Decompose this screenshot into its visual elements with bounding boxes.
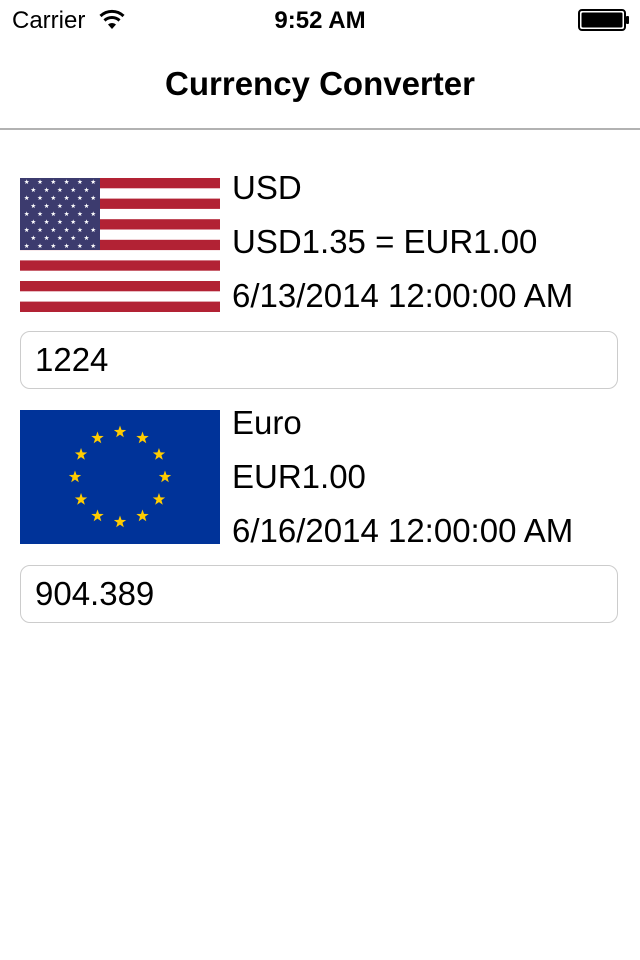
status-bar: Carrier 9:52 AM <box>0 0 640 40</box>
status-time: 9:52 AM <box>274 7 366 34</box>
app-screen: Carrier 9:52 AM Currency Converter USD U… <box>0 0 640 960</box>
battery-full-icon <box>578 9 629 31</box>
page-title: Currency Converter <box>165 65 475 102</box>
eur-exchange-rate: EUR1.00 <box>232 458 366 495</box>
eur-currency-name: Euro <box>232 404 302 441</box>
navigation-bar: Currency Converter <box>0 40 640 130</box>
eur-rate-date: 6/16/2014 12:00:00 AM <box>232 512 574 549</box>
eu-flag-icon <box>20 410 220 544</box>
us-flag-icon <box>20 178 220 312</box>
usd-currency-name: USD <box>232 169 302 206</box>
eur-amount-input[interactable] <box>20 565 618 623</box>
usd-amount-input[interactable] <box>20 331 618 389</box>
usd-exchange-rate: USD1.35 = EUR1.00 <box>232 223 538 260</box>
usd-rate-date: 6/13/2014 12:00:00 AM <box>232 277 574 314</box>
